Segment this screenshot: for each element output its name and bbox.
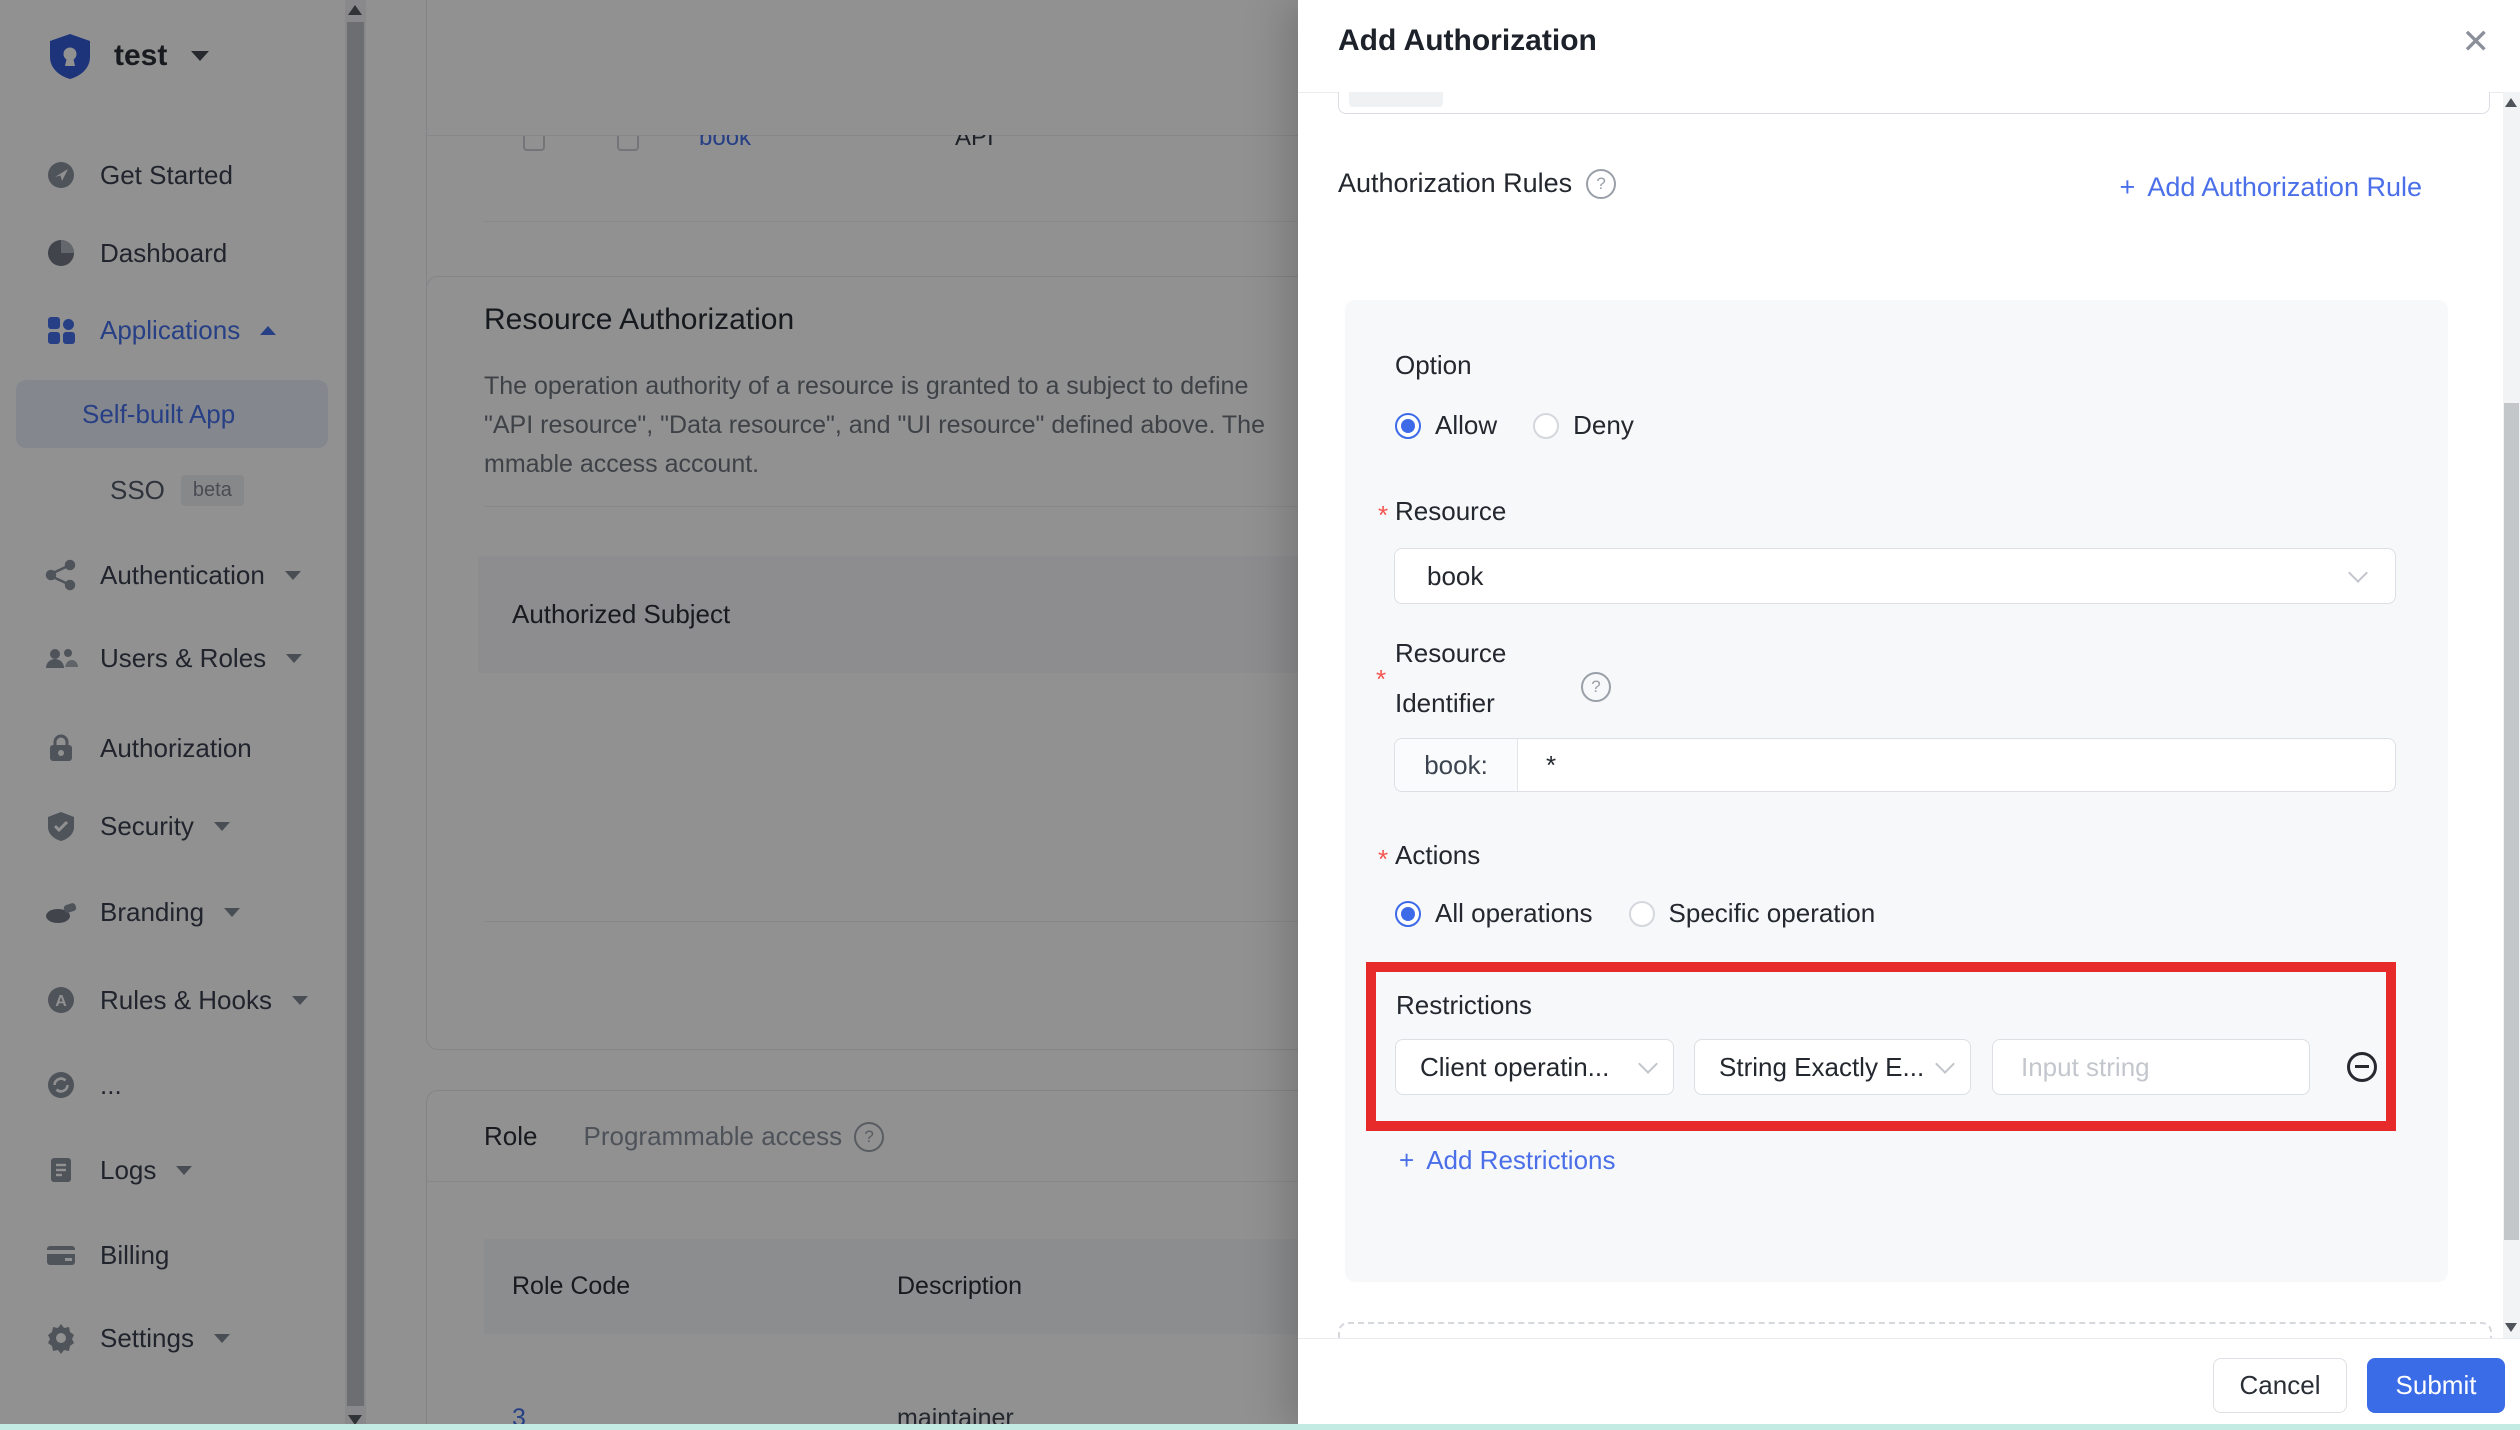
radio-all-operations[interactable]: All operations	[1395, 898, 1593, 929]
required-mark: *	[1376, 664, 1386, 695]
add-restrictions-button[interactable]: + Add Restrictions	[1399, 1145, 1616, 1176]
resource-identifier-label-line2: Identifier	[1395, 688, 1495, 719]
chevron-down-icon	[1638, 1054, 1658, 1074]
cancel-button[interactable]: Cancel	[2213, 1358, 2347, 1413]
actions-label: Actions	[1395, 840, 1480, 871]
add-authorization-drawer: Add Authorization ✕ Authorization Rules …	[1298, 0, 2520, 1430]
radio-unselected-icon	[1533, 413, 1559, 439]
scroll-down-icon[interactable]	[2505, 1323, 2517, 1332]
restriction-row: Client operatin... String Exactly E... I…	[1395, 1039, 2377, 1095]
input-placeholder: Input string	[2021, 1052, 2150, 1083]
identifier-value: *	[1518, 739, 2395, 791]
bottom-status-bar	[0, 1424, 2520, 1430]
restrictions-annotation-box: Restrictions Client operatin... String E…	[1366, 962, 2396, 1131]
plus-icon: +	[2120, 172, 2136, 203]
resource-select[interactable]: book	[1394, 548, 2396, 604]
plus-icon: +	[1399, 1145, 1414, 1176]
remove-restriction-icon[interactable]	[2347, 1052, 2377, 1082]
identifier-prefix: book:	[1395, 739, 1518, 791]
drawer-scrollbar[interactable]	[2503, 92, 2520, 1338]
modal-overlay[interactable]	[0, 0, 1298, 1430]
radio-selected-icon	[1395, 901, 1421, 927]
actions-radio-group: All operations Specific operation	[1395, 898, 1875, 929]
app-window: test Get Started Dashboard Applications …	[0, 0, 2520, 1430]
radio-selected-icon	[1395, 413, 1421, 439]
restriction-operator-select[interactable]: String Exactly E...	[1694, 1039, 1971, 1095]
radio-unselected-icon	[1629, 901, 1655, 927]
restriction-field-select[interactable]: Client operatin...	[1395, 1039, 1674, 1095]
radio-specific-operation[interactable]: Specific operation	[1629, 898, 1876, 929]
drawer-title: Add Authorization	[1338, 24, 1597, 58]
required-mark: *	[1378, 500, 1388, 531]
resource-label: Resource	[1395, 496, 1506, 527]
add-authorization-rule-button[interactable]: + Add Authorization Rule	[2120, 172, 2422, 203]
selected-tag-chip	[1349, 92, 1443, 107]
resource-identifier-label-line1: Resource	[1395, 638, 1506, 669]
subject-select-partial[interactable]	[1338, 92, 2490, 114]
radio-deny[interactable]: Deny	[1533, 410, 1634, 441]
authorization-rule-form: Option Allow Deny * Resource book Resour…	[1345, 300, 2448, 1282]
option-label: Option	[1395, 350, 1472, 381]
help-icon[interactable]: ?	[1581, 672, 1611, 702]
chevron-down-icon	[2348, 563, 2368, 583]
drawer-scrollbar-thumb[interactable]	[2504, 403, 2519, 1240]
close-icon[interactable]: ✕	[2462, 22, 2491, 62]
drawer-footer: Cancel Submit	[1298, 1338, 2520, 1430]
submit-button[interactable]: Submit	[2367, 1358, 2505, 1413]
chevron-down-icon	[1935, 1054, 1955, 1074]
resource-identifier-input[interactable]: book: *	[1394, 738, 2396, 792]
restriction-value-input[interactable]: Input string	[1992, 1039, 2310, 1095]
radio-allow[interactable]: Allow	[1395, 410, 1497, 441]
scroll-up-icon[interactable]	[2505, 98, 2517, 107]
authorization-rules-row: Authorization Rules ?	[1338, 168, 1616, 199]
required-mark: *	[1378, 844, 1388, 875]
authorization-rules-label: Authorization Rules	[1338, 168, 1572, 199]
help-icon[interactable]: ?	[1586, 169, 1616, 199]
restrictions-label: Restrictions	[1396, 990, 1532, 1021]
option-radio-group: Allow Deny	[1395, 410, 1634, 441]
